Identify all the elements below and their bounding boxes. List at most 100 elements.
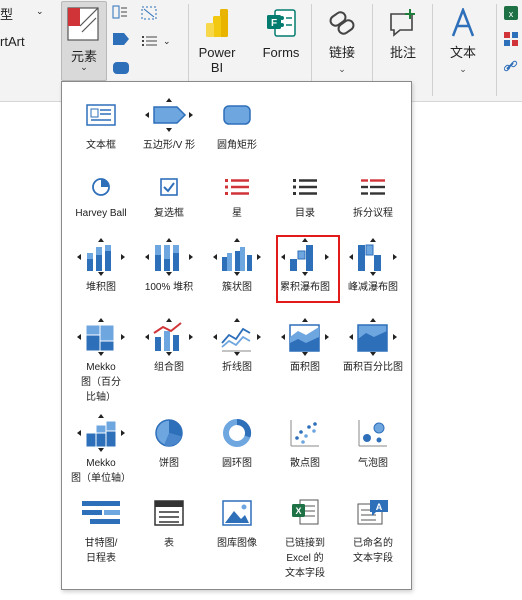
gallery-item-mekko-unit[interactable]: Mekko 图（单位轴） <box>66 412 136 486</box>
ribbon-separator <box>496 4 497 96</box>
gallery-item-100-stacked[interactable]: 100% 堆积 <box>134 236 204 295</box>
gallery-item-line[interactable]: 折线图 <box>202 316 272 375</box>
gallery-item-doughnut[interactable]: 圆环图 <box>202 412 272 471</box>
list-icon[interactable] <box>142 34 158 52</box>
svg-text:X: X <box>295 506 301 516</box>
chevron-down-icon[interactable]: ⌄ <box>36 6 44 17</box>
waterfall-down-chart-icon <box>338 236 408 278</box>
gallery-item-label: 组合图 <box>154 362 184 373</box>
gallery-item-named-text-field[interactable]: A 已命名的 文本字段 <box>338 492 408 566</box>
gallery-item-decreasing-waterfall[interactable]: 峰减瀑布图 <box>338 236 408 295</box>
comment-plus-icon <box>386 6 420 40</box>
gallery-item-combo[interactable]: 组合图 <box>134 316 204 375</box>
image-icon <box>202 492 272 534</box>
gallery-item-gantt[interactable]: 甘特图/日程表 <box>66 492 136 566</box>
forms-icon: F <box>264 6 298 40</box>
forms-label: Forms <box>262 45 300 60</box>
gallery-item-label: 面积图 <box>290 362 320 373</box>
gallery-item-clustered[interactable]: 簇状图 <box>202 236 272 295</box>
gallery-item-label: 100% 堆积 <box>144 282 194 293</box>
gallery-item-label: 散点图 <box>290 458 320 469</box>
gallery-item-label: 复选框 <box>154 208 184 219</box>
table-of-contents-icon <box>270 170 340 204</box>
area-chart-icon <box>270 316 340 358</box>
gallery-item-scatter[interactable]: 散点图 <box>270 412 340 471</box>
star-list-icon <box>202 170 272 204</box>
gallery-item-area[interactable]: 面积图 <box>270 316 340 375</box>
gallery-item-label: 星 <box>232 208 242 219</box>
gallery-item-textbox[interactable]: 文本框 <box>66 94 136 153</box>
area-percent-chart-icon <box>338 316 408 358</box>
gallery-item-harvey-ball[interactable]: Harvey Ball <box>66 170 136 221</box>
gallery-item-label: 拆分议程 <box>353 208 393 219</box>
grid-icon[interactable] <box>504 32 518 51</box>
gallery-item-label: 堆积图 <box>86 282 116 293</box>
gallery-item-image-library[interactable]: 图库图像 <box>202 492 272 551</box>
rounded-rectangle-icon[interactable] <box>112 61 130 80</box>
bubble-chart-icon <box>338 412 408 454</box>
gallery-item-checkbox[interactable]: 复选框 <box>134 170 204 221</box>
chevron-down-icon: ⌄ <box>80 62 88 72</box>
percent-stacked-chart-icon <box>134 236 204 278</box>
powerbi-label-line1: Power <box>198 45 236 60</box>
text-list-icon[interactable] <box>112 5 128 24</box>
link-icon <box>325 6 359 40</box>
link-small-icon[interactable] <box>503 60 518 79</box>
selection-icon[interactable] <box>140 5 158 26</box>
ribbon-partial-label[interactable]: 型 <box>0 4 13 23</box>
text-a-icon <box>446 6 480 40</box>
excel-link-icon: X <box>270 492 340 534</box>
scatter-chart-icon <box>270 412 340 454</box>
mekko-chart-icon <box>66 316 136 358</box>
excel-icon[interactable]: x <box>504 6 518 25</box>
gallery-item-mekko-percent[interactable]: Mekko 图（百分 比轴） <box>66 316 136 405</box>
gallery-item-excel-linked[interactable]: X 已链接到 Excel 的文本字段 <box>270 492 340 581</box>
elements-icon <box>66 6 100 42</box>
comment-label: 批注 <box>389 45 416 60</box>
gallery-item-label: 已链接到 Excel 的文本字段 <box>285 538 325 579</box>
clustered-chart-icon <box>202 236 272 278</box>
textbox-icon <box>66 94 136 136</box>
ribbon-separator <box>432 4 433 96</box>
gallery-item-toc[interactable]: 目录 <box>270 170 340 221</box>
text-button[interactable]: 文本 ⌄ <box>440 2 486 96</box>
gallery-item-label: 目录 <box>295 208 315 219</box>
gallery-item-area-percent[interactable]: 面积百分比图 <box>338 316 408 375</box>
powerbi-icon <box>200 6 234 40</box>
gallery-item-star[interactable]: 星 <box>202 170 272 221</box>
gallery-item-label: 面积百分比图 <box>343 362 403 373</box>
highlight-box <box>276 235 340 303</box>
chevron-down-icon: ⌄ <box>459 64 467 74</box>
text-label: 文本 <box>449 45 476 60</box>
gallery-item-table[interactable]: 表 <box>134 492 204 551</box>
doughnut-chart-icon <box>202 412 272 454</box>
gallery-item-label: 圆环图 <box>222 458 252 469</box>
checkbox-icon <box>134 170 204 204</box>
elements-button[interactable]: 元素 ⌄ <box>61 1 107 81</box>
line-chart-icon <box>202 316 272 358</box>
table-icon <box>134 492 204 534</box>
elements-gallery-panel: 文本框 五边形/V 形 圆角矩形 Harvey Ball 复选框 星 目录 拆分… <box>61 81 412 590</box>
gallery-item-label: 圆角矩形 <box>217 140 257 151</box>
powerbi-label-line2: BI <box>210 60 224 75</box>
rounded-rectangle-shape-icon <box>202 94 272 136</box>
gallery-item-pie[interactable]: 饼图 <box>134 412 204 471</box>
chevron-down-icon: ⌄ <box>338 64 346 74</box>
link-label: 链接 <box>328 45 355 60</box>
gallery-item-rounded-rect[interactable]: 圆角矩形 <box>202 94 272 153</box>
mekko-unit-chart-icon <box>66 412 136 454</box>
gallery-item-label: 甘特图/日程表 <box>84 538 118 564</box>
gallery-item-label: 图库图像 <box>217 538 257 549</box>
chevron-down-icon[interactable]: ⌄ <box>163 36 171 47</box>
gallery-item-pentagon[interactable]: 五边形/V 形 <box>134 94 204 153</box>
named-text-field-icon: A <box>338 492 408 534</box>
svg-text:F: F <box>271 18 277 29</box>
wordart-button[interactable]: rtArt <box>0 34 25 49</box>
gallery-item-split-agenda[interactable]: 拆分议程 <box>338 170 408 221</box>
gallery-item-label: 五边形/V 形 <box>142 140 196 151</box>
pentagon-icon[interactable] <box>112 32 130 51</box>
gallery-item-label: 峰减瀑布图 <box>348 282 398 293</box>
gallery-item-label: 表 <box>164 538 174 549</box>
gallery-item-stacked-chart[interactable]: 堆积图 <box>66 236 136 295</box>
gallery-item-bubble[interactable]: 气泡图 <box>338 412 408 471</box>
